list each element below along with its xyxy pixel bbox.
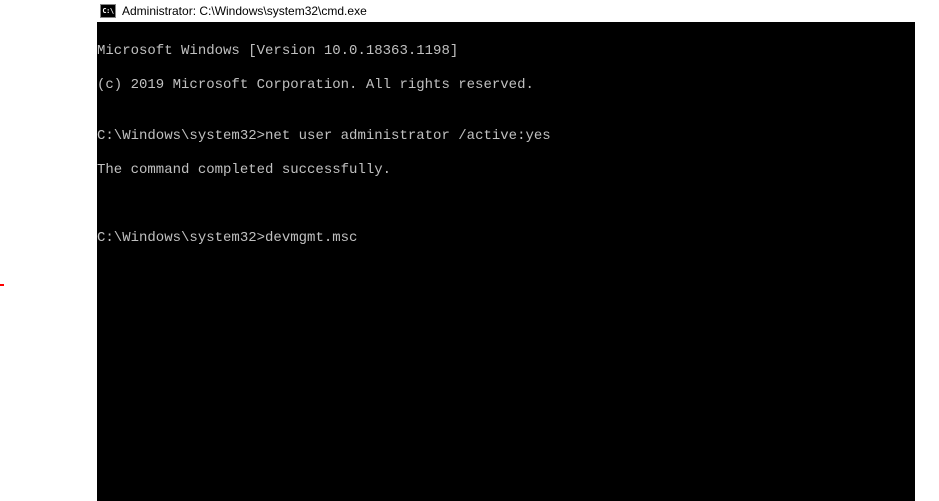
cmd-icon: C:\ (100, 4, 116, 18)
command-2: devmgmt.msc (265, 230, 357, 247)
red-marker (0, 284, 4, 286)
terminal-area[interactable]: Microsoft Windows [Version 10.0.18363.11… (97, 22, 915, 501)
prompt-line-1: C:\Windows\system32>net user administrat… (97, 128, 915, 145)
prompt-1: C:\Windows\system32> (97, 128, 265, 145)
result-line-1: The command completed successfully. (97, 162, 915, 179)
prompt-2: C:\Windows\system32> (97, 230, 265, 247)
window-titlebar[interactable]: C:\ Administrator: C:\Windows\system32\c… (0, 0, 939, 22)
banner-line-1: Microsoft Windows [Version 10.0.18363.11… (97, 43, 915, 60)
banner-line-2: (c) 2019 Microsoft Corporation. All righ… (97, 77, 915, 94)
window-title: Administrator: C:\Windows\system32\cmd.e… (122, 4, 367, 18)
command-1: net user administrator /active:yes (265, 128, 551, 145)
cursor (357, 230, 365, 245)
prompt-line-2: C:\Windows\system32>devmgmt.msc (97, 230, 915, 247)
